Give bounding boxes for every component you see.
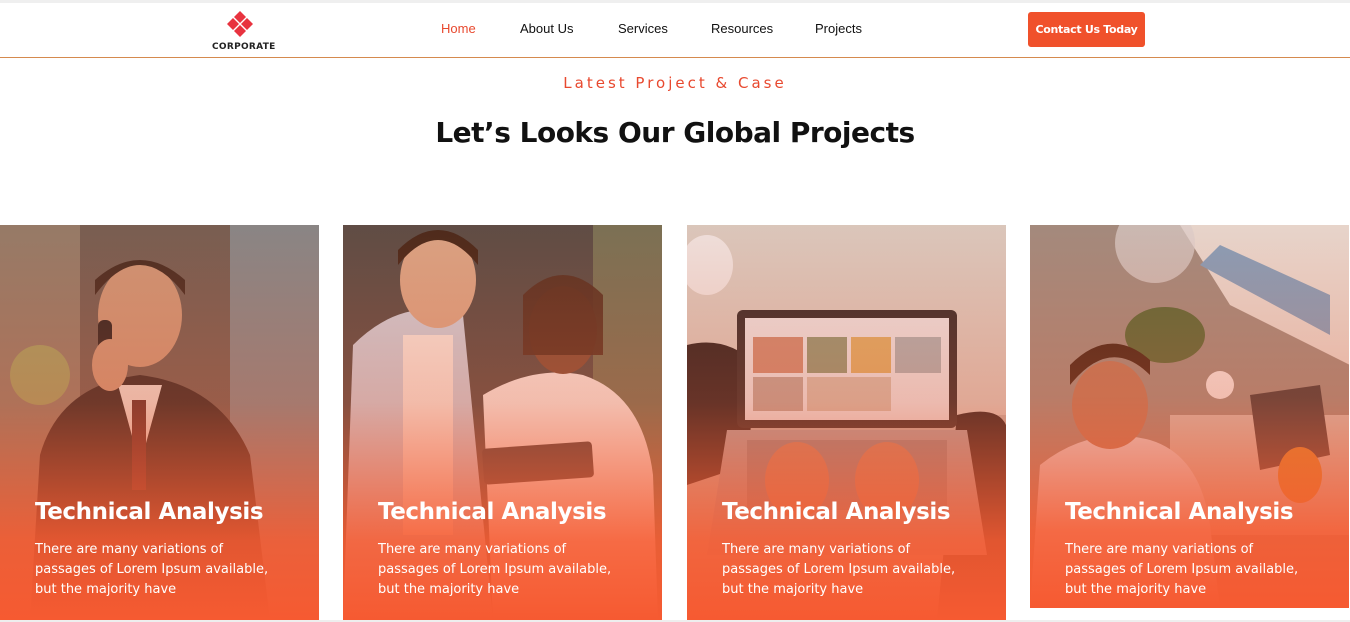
contact-us-button[interactable]: Contact Us Today bbox=[1028, 12, 1145, 47]
card-title: Technical Analysis bbox=[722, 499, 951, 525]
logo-diamonds-icon bbox=[227, 11, 253, 37]
project-card[interactable]: Technical Analysis There are many variat… bbox=[1030, 225, 1349, 608]
nav-home[interactable]: Home bbox=[441, 21, 476, 36]
nav-services[interactable]: Services bbox=[618, 21, 668, 36]
logo-text: CORPORATE bbox=[212, 42, 276, 52]
site-header: CORPORATE Home About Us Services Resourc… bbox=[0, 3, 1350, 58]
card-title: Technical Analysis bbox=[35, 499, 264, 525]
card-description: There are many variations of passages of… bbox=[722, 542, 956, 597]
nav-projects[interactable]: Projects bbox=[815, 21, 862, 36]
logo[interactable]: CORPORATE bbox=[212, 11, 275, 52]
project-card[interactable]: Technical Analysis There are many variat… bbox=[687, 225, 1006, 620]
section-title: Let’s Looks Our Global Projects bbox=[435, 116, 915, 149]
project-card[interactable]: Technical Analysis There are many variat… bbox=[0, 225, 319, 620]
project-card[interactable]: Technical Analysis There are many variat… bbox=[343, 225, 662, 620]
card-description: There are many variations of passages of… bbox=[1065, 542, 1299, 597]
section-subtitle: Latest Project & Case bbox=[563, 74, 787, 92]
card-description: There are many variations of passages of… bbox=[35, 542, 269, 597]
card-title: Technical Analysis bbox=[1065, 499, 1294, 525]
card-title: Technical Analysis bbox=[378, 499, 607, 525]
nav-about-us[interactable]: About Us bbox=[520, 21, 573, 36]
card-description: There are many variations of passages of… bbox=[378, 542, 612, 597]
nav-resources[interactable]: Resources bbox=[711, 21, 773, 36]
